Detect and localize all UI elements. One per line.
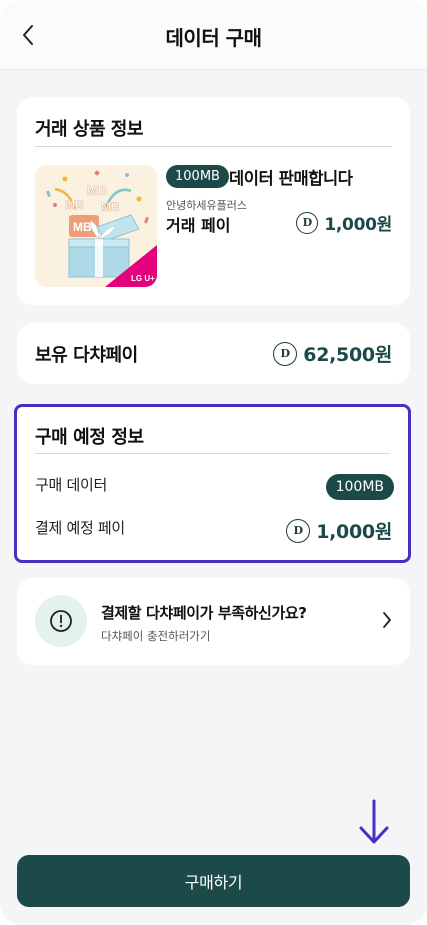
trade-pay-label: 거래 페이 — [166, 216, 231, 235]
page-title: 데이터 구매 — [165, 26, 262, 50]
svg-text:MB: MB — [65, 198, 84, 212]
planned-pay-value: 1,000원 — [316, 521, 392, 543]
wallet-label: 보유 다챠페이 — [35, 345, 138, 366]
purchase-plan-card: 구매 예정 정보 구매 데이터 100MB 결제 예정 페이 D 1,000원 — [14, 404, 411, 563]
svg-text:MB: MB — [101, 200, 120, 214]
planned-pay-label: 결제 예정 페이 — [35, 519, 125, 537]
product-title: 데이터 판매합니다 — [229, 169, 353, 188]
wallet-balance-card: 보유 다챠페이 D 62,500원 — [17, 323, 410, 384]
header: 데이터 구매 — [0, 0, 427, 70]
price-value: 1,000원 — [324, 215, 392, 235]
wallet-balance: D 62,500원 — [273, 340, 392, 367]
divider — [35, 453, 390, 454]
charge-pay-link-card[interactable]: 결제할 다챠페이가 부족하신가요? 다챠페이 충전하러가기 — [17, 578, 410, 665]
pay-coin-icon: D — [273, 341, 298, 366]
charge-card-title: 결제할 다챠페이가 부족하신가요? — [101, 604, 307, 622]
divider — [35, 146, 392, 147]
purchase-card-title: 구매 예정 정보 — [35, 427, 144, 448]
purchase-data-badge: 100MB — [325, 474, 394, 500]
arrow-down-icon — [359, 799, 389, 844]
data-amount-badge: 100MB — [166, 165, 229, 188]
purchase-data-label: 구매 데이터 — [35, 476, 107, 494]
planned-pay-amount: D 1,000원 — [286, 517, 392, 544]
svg-text:LG U+: LG U+ — [131, 274, 155, 283]
purchase-button[interactable]: 구매하기 — [17, 855, 410, 907]
svg-text:MB: MB — [73, 220, 92, 234]
product-card-title: 거래 상품 정보 — [35, 119, 143, 140]
pay-coin-icon: D — [296, 211, 319, 234]
balance-value: 62,500원 — [303, 344, 392, 366]
chevron-right-icon — [383, 612, 391, 628]
pay-coin-icon: D — [286, 518, 311, 543]
gift-box-illustration: MB MB MB MB LG U+ — [35, 165, 157, 287]
charge-card-subtitle: 다챠페이 충전하러가기 — [101, 629, 211, 643]
product-thumbnail: MB MB MB MB LG U+ — [35, 165, 157, 287]
seller-name: 안녕하세유플러스 — [166, 199, 247, 212]
app-screen: 데이터 구매 거래 상품 정보 MB MB MB MB LG U+ 100MB … — [0, 0, 427, 925]
product-info-card: 거래 상품 정보 MB MB MB MB LG U+ 100MB 데이터 판매합… — [17, 97, 410, 305]
exclamation-circle-icon — [50, 610, 72, 632]
product-price: D 1,000원 — [296, 210, 392, 235]
svg-text:MB: MB — [87, 183, 107, 198]
warning-icon-container — [35, 595, 87, 647]
